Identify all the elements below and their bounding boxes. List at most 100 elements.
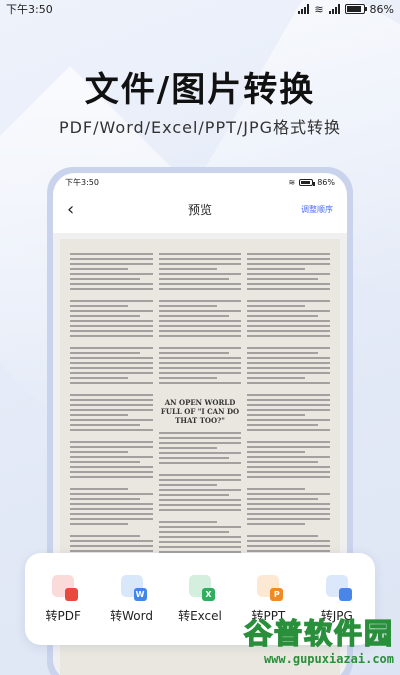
text-line (158, 489, 242, 491)
text-line (247, 340, 330, 344)
text-line (158, 310, 242, 312)
text-line (158, 278, 229, 280)
text-line (247, 273, 331, 275)
text-line (70, 481, 153, 485)
text-line (158, 258, 242, 260)
image-file-icon (325, 574, 352, 601)
battery-icon (299, 178, 316, 186)
text-line (158, 357, 242, 359)
text-line (70, 471, 153, 473)
text-line (247, 513, 331, 515)
text-line (158, 315, 229, 317)
text-line (70, 429, 153, 431)
text-line (70, 550, 153, 552)
text-line (158, 479, 242, 481)
text-line (158, 509, 242, 511)
hero-title: 文件/图片转换 (84, 70, 316, 110)
text-line (247, 466, 331, 468)
text-line (70, 283, 153, 285)
text-line (70, 476, 153, 478)
tool-badge: X (201, 587, 215, 601)
text-line (70, 451, 128, 453)
text-line (247, 288, 331, 290)
text-line (70, 357, 153, 359)
text-line (247, 347, 331, 349)
text-line (247, 498, 318, 500)
text-line (70, 300, 153, 302)
tool-badge: W (133, 587, 147, 601)
tool-badge: P (270, 587, 284, 601)
text-line (158, 268, 217, 270)
text-line (247, 424, 318, 426)
text-line (247, 404, 331, 406)
text-line (70, 330, 153, 332)
watermark: 谷普软件园 www.gupuxiazai.com (204, 612, 394, 672)
text-line (70, 258, 153, 260)
text-line (158, 474, 242, 476)
watermark-url: www.gupuxiazai.com (263, 652, 394, 666)
text-line (247, 387, 330, 391)
text-line (158, 372, 242, 374)
text-line (247, 545, 331, 547)
text-line (70, 310, 153, 312)
text-line (159, 340, 242, 344)
text-line (158, 347, 242, 349)
text-line (70, 528, 153, 532)
text-line (70, 273, 153, 275)
wifi-icon: ≋ (288, 177, 296, 187)
text-line (247, 461, 318, 463)
text-line (70, 377, 128, 379)
text-line (70, 315, 141, 317)
text-line (158, 484, 217, 486)
text-line (247, 528, 330, 532)
text-line (247, 476, 331, 478)
preview-navbar: ‹ 预览 调整顺序 (53, 191, 347, 227)
chevron-left-icon[interactable]: ‹ (67, 199, 107, 220)
text-line (158, 432, 242, 434)
text-line (70, 434, 153, 438)
convert-tool-0[interactable]: 转PDF (30, 574, 96, 624)
text-line (70, 414, 128, 416)
convert-tool-1[interactable]: W 转Word (99, 574, 165, 624)
text-line (158, 452, 242, 454)
text-line (158, 325, 242, 327)
text-line (247, 399, 331, 401)
text-line (158, 526, 242, 528)
text-line (70, 335, 153, 337)
text-line (247, 518, 331, 520)
text-line (158, 273, 242, 275)
text-line (70, 362, 153, 364)
document-heading: AN OPEN WORLD FULL OF "I CAN DO THAT TOO… (160, 398, 240, 425)
text-line (70, 278, 141, 280)
text-line (247, 372, 331, 374)
pdf-file-icon (52, 574, 79, 601)
text-line (158, 382, 242, 384)
text-line (247, 441, 331, 443)
text-line (70, 320, 153, 322)
text-line (70, 419, 153, 421)
text-line (70, 498, 141, 500)
signal-icon (328, 4, 340, 14)
text-line (247, 414, 306, 416)
text-line (247, 471, 331, 473)
text-line (70, 293, 153, 297)
reorder-button[interactable]: 调整顺序 (293, 204, 333, 215)
text-line (247, 362, 331, 364)
text-line (70, 404, 153, 406)
text-line (158, 536, 242, 538)
text-line (159, 467, 242, 471)
text-line (70, 456, 153, 458)
text-line (247, 394, 331, 396)
text-line (158, 305, 217, 307)
text-line (247, 315, 318, 317)
text-line (158, 283, 242, 285)
text-line (247, 446, 331, 448)
text-line (247, 335, 331, 337)
text-line (70, 325, 153, 327)
text-line (158, 504, 242, 506)
text-line (158, 367, 242, 369)
tool-badge (65, 587, 79, 601)
text-line (70, 540, 153, 542)
text-line (70, 253, 153, 255)
text-line (247, 550, 331, 552)
